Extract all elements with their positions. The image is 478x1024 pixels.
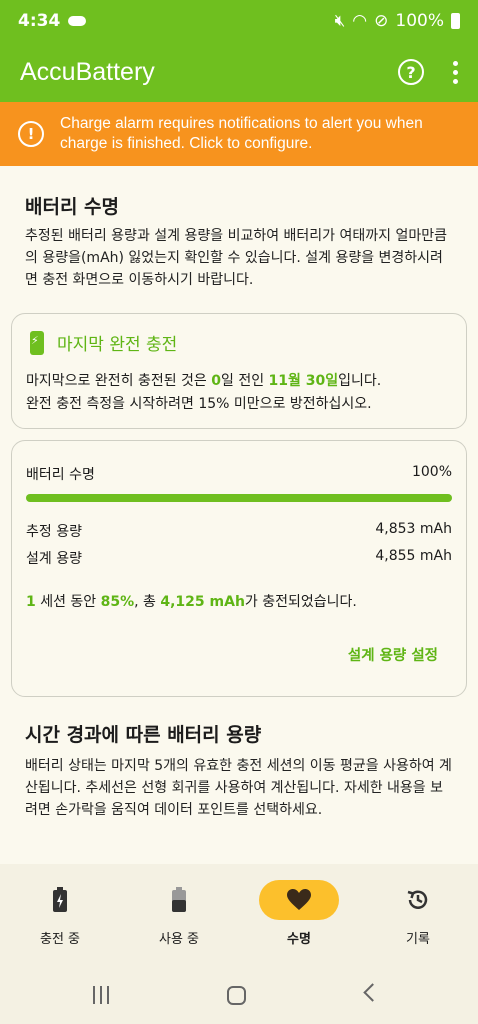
- history-icon: [407, 890, 428, 909]
- app-title: AccuBattery: [20, 57, 155, 86]
- last-full-charge-header: 마지막 완전 충전: [30, 330, 177, 355]
- nav-history[interactable]: 기록: [358, 880, 478, 947]
- health-percent-row: 배터리 수명 100%: [26, 464, 452, 484]
- fc-text-mid: 일 전인: [221, 373, 269, 389]
- mute-icon: 🔇︎: [334, 11, 346, 31]
- cloud-icon: [68, 16, 87, 26]
- overflow-menu-icon[interactable]: [452, 60, 458, 84]
- battery-percent: 100%: [395, 11, 444, 31]
- design-capacity-value: 4,855 mAh: [375, 548, 452, 564]
- system-navigation-bar: [0, 964, 478, 1024]
- capacity-card: 배터리 수명 100% 추정 용량 4,853 mAh 설계 용량 4,855 …: [11, 440, 467, 697]
- charging-bolt-icon: [30, 330, 44, 355]
- last-full-charge-line2: 완전 충전 측정을 시작하려면 15% 미만으로 방전하십시오.: [26, 396, 372, 412]
- alert-text: Charge alarm requires notifications to a…: [60, 115, 423, 152]
- wifi-icon: ◠: [352, 11, 368, 31]
- nav-discharging-label: 사용 중: [158, 932, 199, 947]
- nav-health[interactable]: 수명: [239, 880, 359, 947]
- estimated-capacity-row: 추정 용량 4,853 mAh: [26, 521, 452, 541]
- sessions-mah: 4,125 mAh: [160, 594, 245, 610]
- app-bar: AccuBattery ?: [0, 42, 478, 102]
- home-icon[interactable]: [227, 986, 246, 1005]
- capacity-over-time-description: 배터리 상태는 마지막 5개의 유효한 충전 세션의 이동 평균을 사용하여 계…: [25, 758, 452, 818]
- heart-icon: [287, 889, 311, 910]
- status-time: 4:34: [18, 11, 61, 31]
- back-icon[interactable]: [363, 983, 382, 1002]
- health-title: 배터리 수명: [25, 196, 120, 218]
- design-capacity-label: 설계 용량: [26, 551, 82, 567]
- health-progress-fill: [26, 494, 452, 502]
- sessions-post: 가 충전되었습니다.: [244, 594, 357, 610]
- status-bar: 4:34 🔇︎ ◠ ⊘ 100%: [0, 0, 478, 42]
- nav-discharging-icon-wrap: [139, 880, 219, 920]
- battery-charging-icon: [53, 887, 67, 912]
- status-icons: 🔇︎ ◠ ⊘ 100%: [335, 11, 460, 31]
- health-description: 추정된 배터리 용량과 설계 용량을 비교하여 배터리가 여태까지 얼마만큼의 …: [25, 228, 447, 288]
- capacity-over-time-title: 시간 경과에 따른 배터리 용량: [25, 724, 262, 746]
- fc-text-post: 입니다.: [338, 373, 382, 389]
- sessions-text: 세션 동안: [35, 594, 101, 610]
- nav-charging[interactable]: 충전 중: [0, 880, 120, 947]
- health-progress-bar: [26, 494, 452, 502]
- nav-health-label: 수명: [287, 932, 311, 947]
- alert-icon: !: [18, 121, 44, 147]
- nav-charging-label: 충전 중: [39, 932, 80, 947]
- sessions-summary: 1 세션 동안 85%, 총 4,125 mAh가 충전되었습니다.: [26, 591, 357, 613]
- dnd-icon: ⊘: [374, 11, 389, 31]
- nav-health-icon-wrap: [259, 880, 339, 920]
- battery-icon: [172, 887, 186, 912]
- nav-history-label: 기록: [406, 932, 430, 947]
- sessions-count: 1: [26, 594, 36, 610]
- health-percent-value: 100%: [411, 464, 452, 480]
- estimated-capacity-value: 4,853 mAh: [375, 521, 452, 537]
- last-full-charge-card: 마지막 완전 충전 마지막으로 완전히 충전된 것은 0일 전인 11월 30일…: [11, 313, 467, 429]
- charge-alarm-banner[interactable]: ! Charge alarm requires notifications to…: [0, 102, 478, 166]
- design-capacity-row: 설계 용량 4,855 mAh: [26, 548, 452, 568]
- fc-date: 11월 30일: [268, 373, 339, 389]
- recent-apps-icon[interactable]: [93, 986, 109, 1004]
- bottom-navigation: 충전 중 사용 중 수명 기록: [0, 864, 478, 964]
- set-design-capacity-button[interactable]: 설계 용량 설정: [348, 644, 438, 665]
- health-percent-label: 배터리 수명: [26, 467, 95, 483]
- nav-charging-icon-wrap: [20, 880, 100, 920]
- battery-icon: [451, 13, 460, 29]
- last-full-charge-title: 마지막 완전 충전: [57, 335, 178, 355]
- help-icon[interactable]: ?: [398, 59, 424, 85]
- nav-discharging[interactable]: 사용 중: [119, 880, 239, 947]
- fc-days: 0: [211, 373, 221, 389]
- nav-history-icon-wrap: [378, 880, 458, 920]
- last-full-charge-line1: 마지막으로 완전히 충전된 것은 0일 전인 11월 30일입니다.: [26, 370, 381, 392]
- sessions-percent: 85%: [100, 594, 135, 610]
- sessions-mid: , 총: [134, 594, 161, 610]
- fc-text-pre: 마지막으로 완전히 충전된 것은: [26, 373, 212, 389]
- estimated-capacity-label: 추정 용량: [26, 524, 82, 540]
